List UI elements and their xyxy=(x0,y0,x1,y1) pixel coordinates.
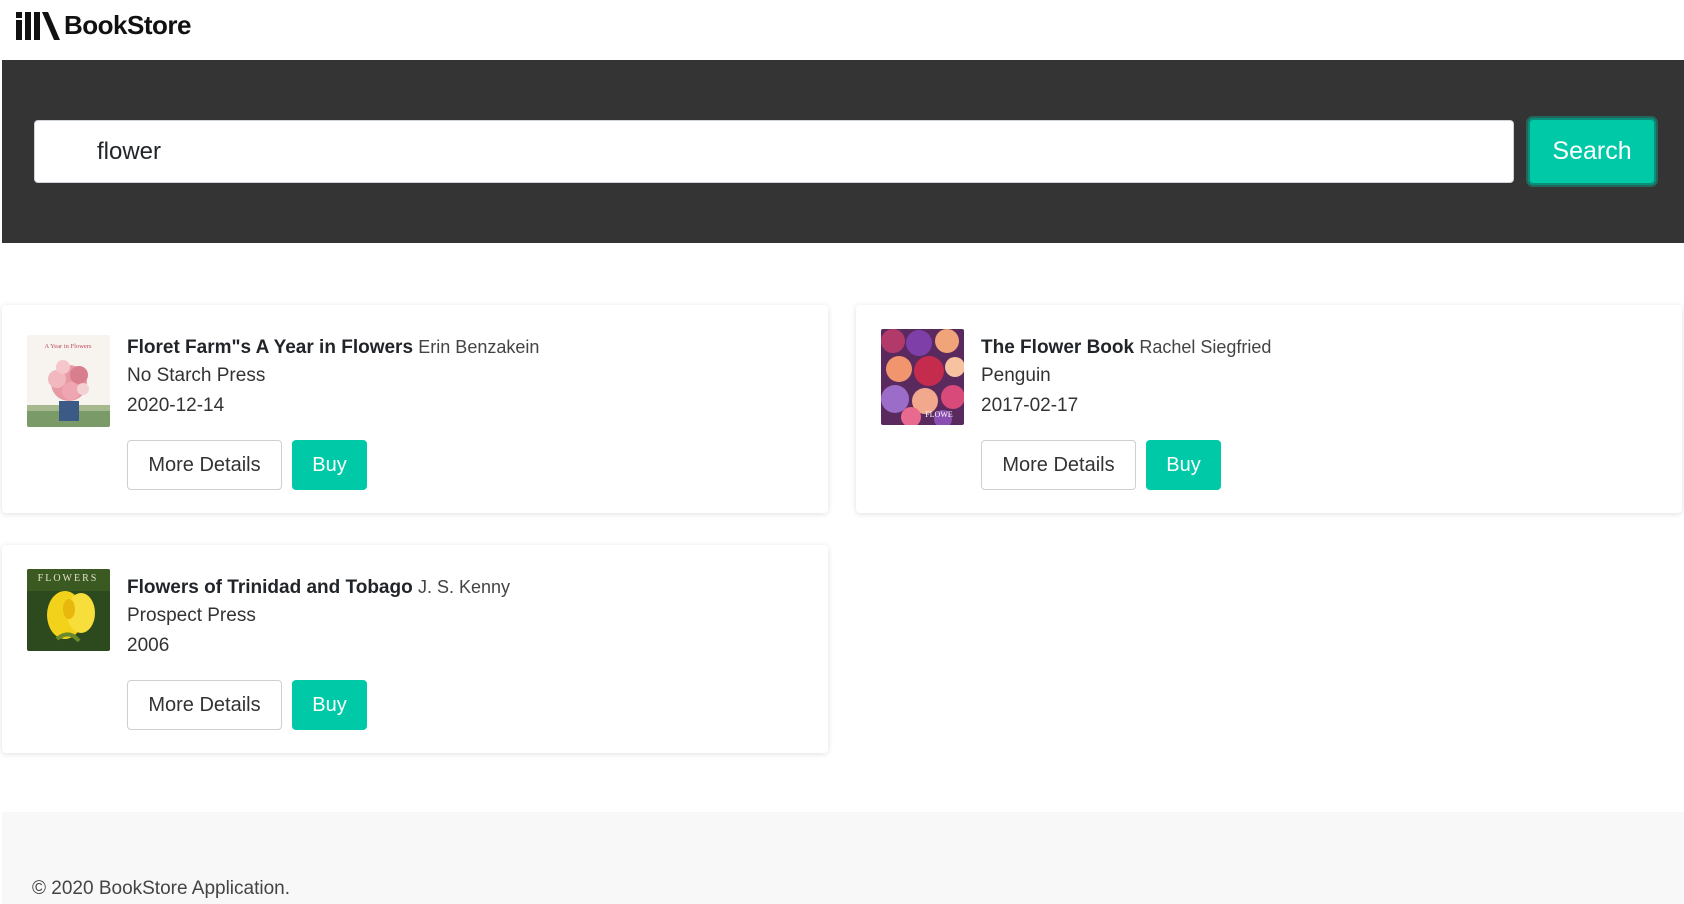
book-cover-image: FLOWE xyxy=(881,329,964,425)
more-details-button[interactable]: More Details xyxy=(127,440,282,490)
book-author: Rachel Siegfried xyxy=(1139,337,1272,357)
search-band: Search xyxy=(2,60,1684,243)
card-actions: More Details Buy xyxy=(127,440,367,490)
brand[interactable]: BookStore xyxy=(16,8,191,42)
footer: © 2020 BookStore Application. xyxy=(2,812,1684,904)
book-title: The Flower Book xyxy=(981,337,1135,358)
book-logo-icon xyxy=(16,12,60,40)
book-info: Floret Farm"s A Year in Flowers Erin Ben… xyxy=(127,334,808,421)
buy-button[interactable]: Buy xyxy=(292,680,367,730)
book-title: Floret Farm"s A Year in Flowers xyxy=(127,337,414,358)
cover-caption: A Year in Flowers xyxy=(45,343,92,350)
book-cover-image: FLOWERS xyxy=(27,569,110,651)
book-publisher: No Starch Press xyxy=(127,365,266,386)
book-date: 2017-02-17 xyxy=(981,395,1079,416)
buy-button[interactable]: Buy xyxy=(292,440,367,490)
brand-name: BookStore xyxy=(64,9,191,40)
result-card: A Year in Flowers Floret Farm"s A Year i… xyxy=(2,305,828,513)
search-input[interactable] xyxy=(34,120,1514,183)
book-cover: A Year in Flowers xyxy=(27,335,110,427)
cover-caption: FLOWE xyxy=(925,410,953,419)
book-info: The Flower Book Rachel Siegfried Penguin… xyxy=(981,334,1662,421)
book-cover: FLOWE xyxy=(881,329,964,425)
book-date: 2006 xyxy=(127,635,170,656)
book-author: J. S. Kenny xyxy=(418,577,511,597)
buy-button[interactable]: Buy xyxy=(1146,440,1221,490)
title-line: The Flower Book Rachel Siegfried xyxy=(981,334,1662,361)
book-cover: FLOWERS xyxy=(27,569,110,651)
result-card: FLOWERS Flowers of Trinidad and Tobago J… xyxy=(2,545,828,753)
card-actions: More Details Buy xyxy=(981,440,1221,490)
cover-caption: FLOWERS xyxy=(38,573,99,584)
book-info: Flowers of Trinidad and Tobago J. S. Ken… xyxy=(127,574,808,661)
more-details-button[interactable]: More Details xyxy=(981,440,1136,490)
title-line: Floret Farm"s A Year in Flowers Erin Ben… xyxy=(127,334,808,361)
book-publisher: Prospect Press xyxy=(127,605,256,626)
book-cover-image: A Year in Flowers xyxy=(27,335,110,427)
search-button[interactable]: Search xyxy=(1528,118,1656,185)
card-actions: More Details Buy xyxy=(127,680,367,730)
book-author: Erin Benzakein xyxy=(418,337,540,357)
book-publisher: Penguin xyxy=(981,365,1051,386)
book-date: 2020-12-14 xyxy=(127,395,225,416)
page: BookStore Search A Year in Flowers xyxy=(0,0,1684,904)
title-line: Flowers of Trinidad and Tobago J. S. Ken… xyxy=(127,574,808,601)
more-details-button[interactable]: More Details xyxy=(127,680,282,730)
result-card: FLOWE The Flower Book Rachel Siegfried P… xyxy=(856,305,1682,513)
footer-copyright: © 2020 BookStore Application. xyxy=(32,878,291,899)
book-title: Flowers of Trinidad and Tobago xyxy=(127,577,413,598)
